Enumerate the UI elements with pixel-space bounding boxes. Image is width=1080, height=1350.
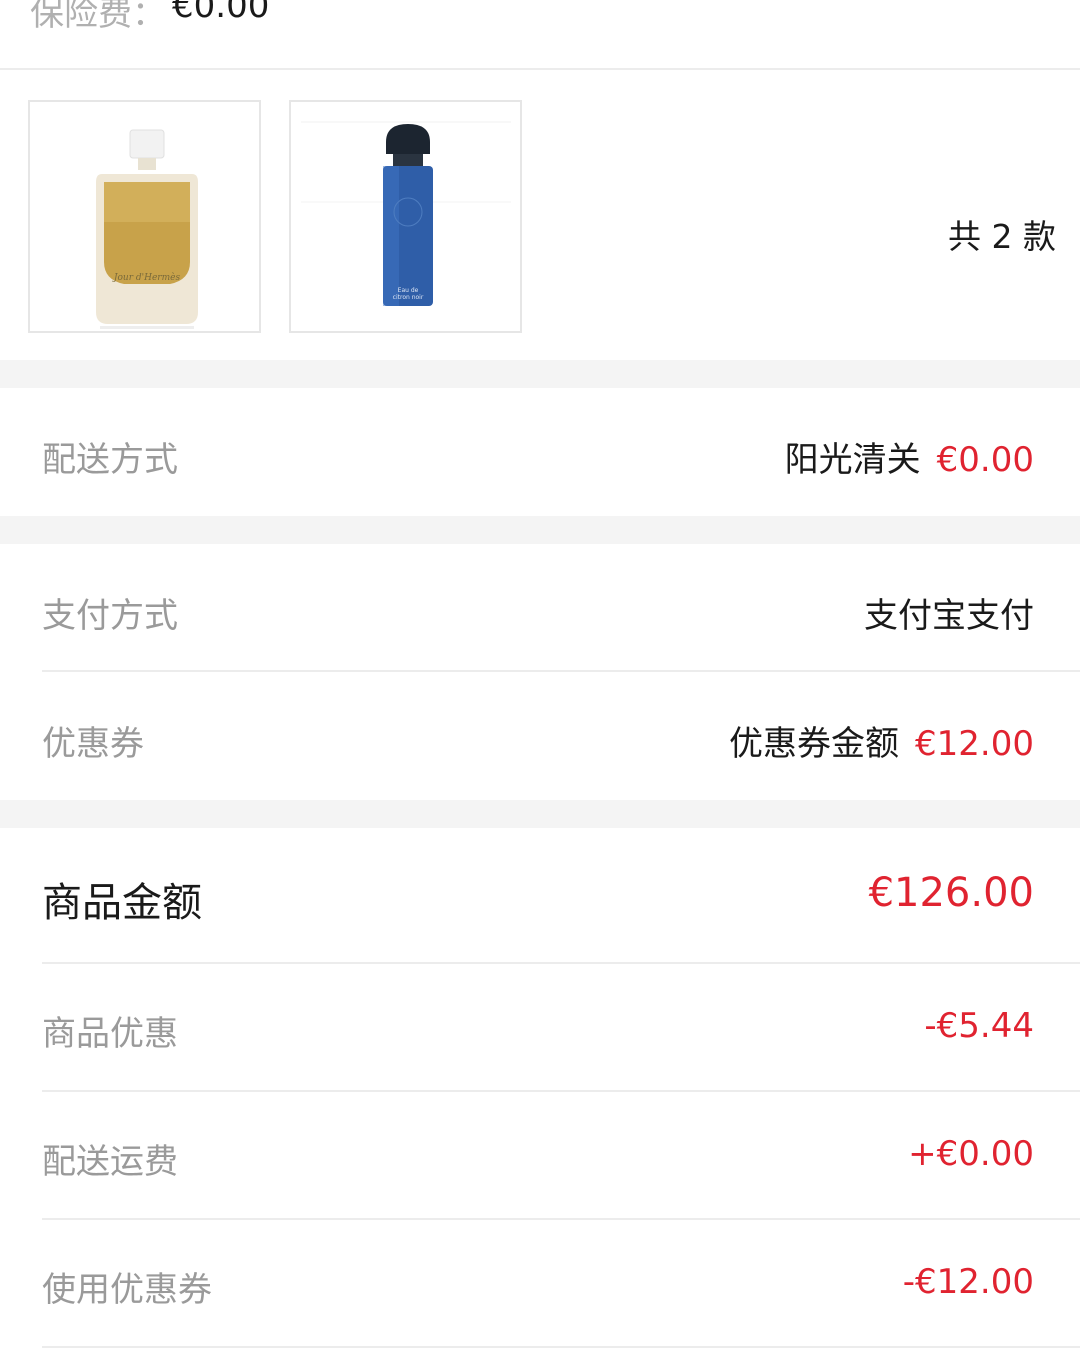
coupon-row[interactable]: 优惠券 优惠券金额 €12.00 (0, 672, 1080, 800)
shipping-fee-label: 配送运费 (42, 1142, 178, 1182)
divider (42, 1346, 1080, 1348)
section-gap (0, 360, 1080, 388)
coupon-used-value: -€12.00 (902, 1262, 1034, 1302)
coupon-used-row: 使用优惠券 -€12.00 (0, 1220, 1080, 1346)
product-thumbnail[interactable]: Eau de citron noir (289, 100, 522, 333)
shipping-fee-row: 配送运费 +€0.00 (0, 1092, 1080, 1218)
payment-label: 支付方式 (42, 596, 178, 636)
shipping-fee-value: +€0.00 (908, 1134, 1034, 1174)
svg-text:Eau de: Eau de (398, 287, 419, 294)
payment-method: 支付宝支付 (864, 596, 1034, 636)
delivery-price: €0.00 (936, 440, 1034, 480)
insurance-row: 保险费： €0.00 (0, 0, 1080, 70)
payment-row[interactable]: 支付方式 支付宝支付 (0, 544, 1080, 672)
coupon-label: 优惠券 (42, 724, 144, 764)
coupon-amount: €12.00 (915, 724, 1034, 764)
product-count: 共 2 款 (948, 217, 1056, 256)
perfume-bottle-blue-icon: Eau de citron noir (291, 102, 520, 331)
goods-discount-row: 商品优惠 -€5.44 (0, 964, 1080, 1090)
insurance-value: €0.00 (172, 0, 270, 26)
section-gap (0, 516, 1080, 544)
coupon-used-label: 使用优惠券 (42, 1270, 212, 1310)
product-thumbnail[interactable]: Jour d'Hermès (28, 100, 261, 333)
perfume-bottle-gold-icon: Jour d'Hermès (30, 102, 259, 331)
section-gap (0, 800, 1080, 828)
goods-discount-value: -€5.44 (924, 1006, 1034, 1046)
goods-total-label: 商品金额 (42, 880, 202, 926)
goods-total-value: €126.00 (868, 870, 1034, 916)
goods-discount-label: 商品优惠 (42, 1014, 178, 1054)
product-list[interactable]: Jour d'Hermès Eau de citron noir 共 2 款 (0, 72, 1080, 360)
delivery-label: 配送方式 (42, 440, 178, 480)
insurance-label: 保险费： (30, 0, 166, 34)
svg-text:citron noir: citron noir (393, 294, 424, 301)
delivery-method: 阳光清关 (784, 440, 921, 480)
coupon-text: 优惠券金额 (729, 724, 900, 764)
delivery-row[interactable]: 配送方式 阳光清关 €0.00 (0, 388, 1080, 516)
goods-total-row: 商品金额 €126.00 (0, 828, 1080, 962)
svg-text:Jour d'Hermès: Jour d'Hermès (112, 272, 181, 283)
